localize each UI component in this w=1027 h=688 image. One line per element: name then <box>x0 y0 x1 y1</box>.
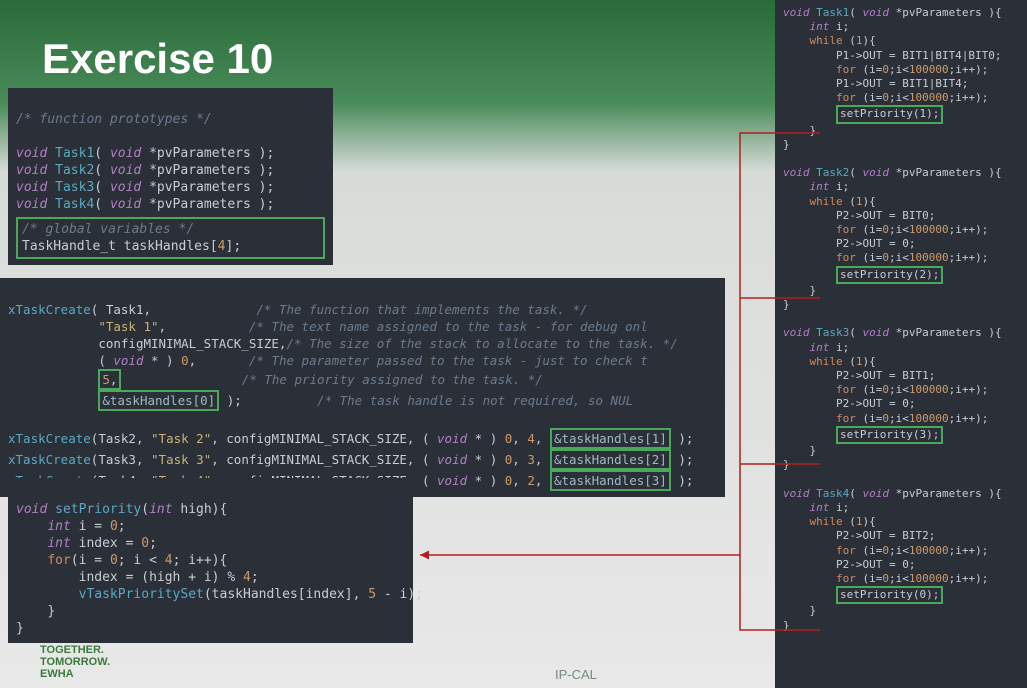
kw: for <box>47 553 70 568</box>
type: int <box>149 502 172 517</box>
fn: vTaskPrioritySet <box>79 587 204 602</box>
num: 0 <box>110 553 118 568</box>
txt: * ) <box>143 353 181 368</box>
txt: ; <box>118 519 126 534</box>
txt: ( Task1, <box>91 302 151 317</box>
cmt: /* The text name assigned to the task - … <box>249 319 648 334</box>
txt: (i = <box>71 553 110 568</box>
txt: i = <box>71 519 110 534</box>
comment: /* function prototypes */ <box>16 112 212 127</box>
fn: setPriority <box>55 502 141 517</box>
txt: ( <box>141 502 149 517</box>
logo-l3: EWHA <box>40 668 74 680</box>
num: 5 <box>368 587 376 602</box>
logo-l1: TOGETHER. <box>40 644 104 656</box>
txt: - i); <box>376 587 423 602</box>
slide-title: Exercise 10 <box>42 35 273 83</box>
code-xtaskcreate: xTaskCreate( Task1, /* The function that… <box>0 278 725 497</box>
txt: ; <box>251 570 259 585</box>
cmt: /* The function that implements the task… <box>256 302 587 317</box>
txt: ); <box>219 393 242 408</box>
footer-logo: TOGETHER. TOMORROW. EWHA <box>40 644 110 680</box>
code-setpriority: void setPriority(int high){ int i = 0; i… <box>8 478 413 643</box>
type: void <box>16 502 47 517</box>
code-tasks: void Task1( void *pvParameters ){ int i;… <box>775 0 1027 688</box>
num: 4 <box>165 553 173 568</box>
txt: } <box>47 604 55 619</box>
txt: configMINIMAL_STACK_SIZE, <box>98 336 286 351</box>
str: "Task 1" <box>98 319 158 334</box>
txt: } <box>16 621 24 636</box>
txt: ; i < <box>118 553 165 568</box>
logo-l2: TOMORROW. <box>40 656 110 668</box>
num: 0 <box>181 353 189 368</box>
num: 0 <box>141 536 149 551</box>
type: int <box>47 519 70 534</box>
txt: (taskHandles[index], <box>204 587 368 602</box>
handle-hl: &taskHandles[0] <box>98 390 219 411</box>
num: 4 <box>243 570 251 585</box>
cmt: /* The parameter passed to the task - ju… <box>249 353 648 368</box>
txt: ( <box>98 353 113 368</box>
footer-label: IP-CAL <box>555 667 597 682</box>
globals-decl: TaskHandle_t taskHandles[ <box>22 239 218 254</box>
cmt: /* The size of the stack to allocate to … <box>286 336 677 351</box>
txt: , <box>159 319 167 334</box>
txt: ; i++){ <box>173 553 228 568</box>
code-prototypes: /* function prototypes */ void Task1( vo… <box>8 88 333 265</box>
txt: index = (high + i) % <box>79 570 243 585</box>
ident: &taskHandles[0] <box>102 393 215 408</box>
globals-end: ]; <box>226 239 242 254</box>
txt: ; <box>149 536 157 551</box>
txt: , <box>110 372 118 387</box>
cmt: /* The priority assigned to the task. */ <box>242 372 543 387</box>
globals-block: /* global variables */ TaskHandle_t task… <box>16 217 325 259</box>
txt: , <box>189 353 197 368</box>
num: 0 <box>110 519 118 534</box>
type: int <box>47 536 70 551</box>
txt: index = <box>71 536 141 551</box>
cmt: /* The task handle is not required, so N… <box>317 393 633 408</box>
txt: high){ <box>173 502 228 517</box>
priority-hl: 5, <box>98 369 121 390</box>
type: void <box>113 353 143 368</box>
fn: xTaskCreate <box>8 302 91 317</box>
num: 5 <box>102 372 110 387</box>
globals-comment: /* global variables */ <box>22 222 194 237</box>
globals-num: 4 <box>218 239 226 254</box>
